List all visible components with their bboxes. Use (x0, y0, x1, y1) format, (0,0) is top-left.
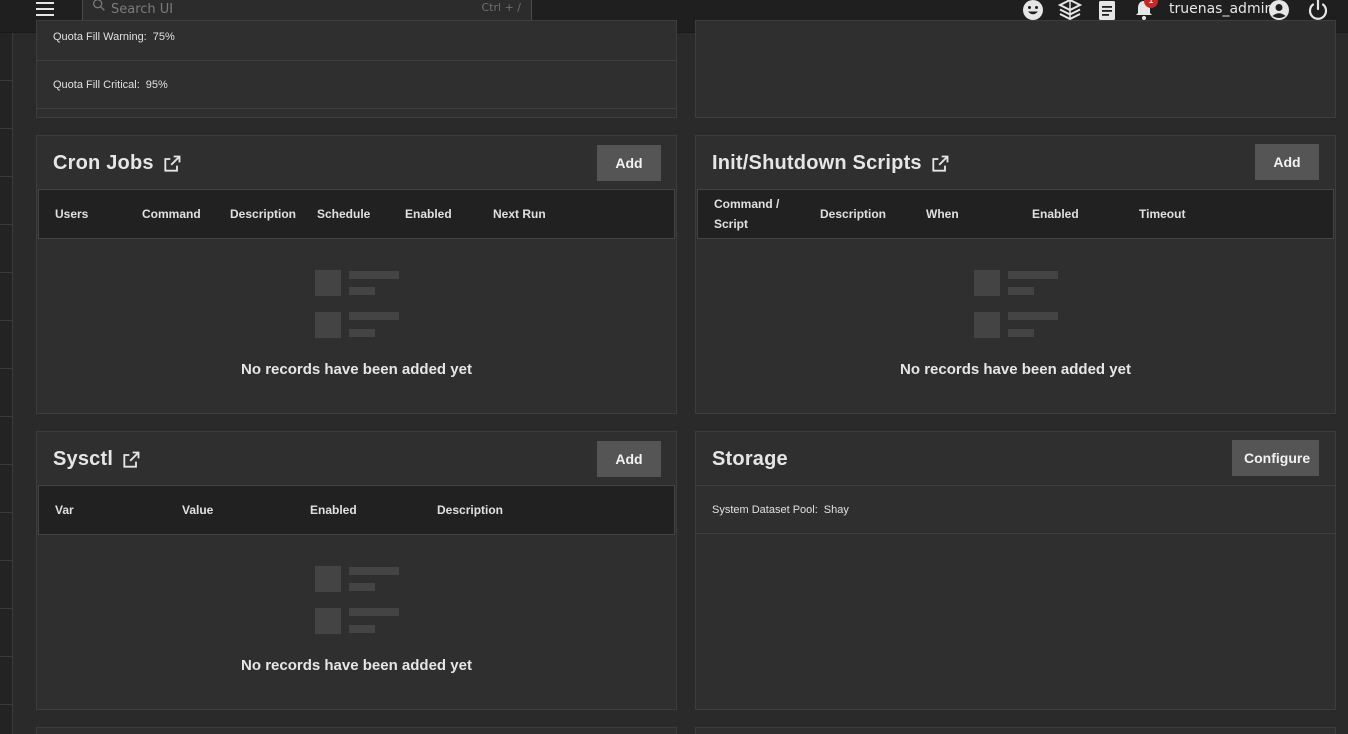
search-shortcut-hint: Ctrl + / (481, 1, 522, 14)
system-dataset-pool-row: System Dataset Pool: Shay (712, 504, 849, 516)
storage-card: Storage Configure System Dataset Pool: Sh… (695, 431, 1336, 710)
system-dataset-pool-value: Shay (823, 504, 849, 516)
sysctl-title[interactable]: Sysctl (53, 448, 141, 471)
column-header[interactable]: Command (142, 190, 201, 238)
column-header[interactable]: Description (820, 190, 886, 238)
system-dataset-pool-label: System Dataset Pool: (712, 504, 818, 516)
truecommand-icon[interactable] (1058, 0, 1082, 22)
quota-warning-value: 75% (152, 31, 175, 43)
bottom-right-card (695, 727, 1336, 734)
column-header[interactable]: Timeout (1139, 190, 1185, 238)
init-shutdown-title-text: Init/Shutdown Scripts (712, 152, 922, 174)
quota-critical-row: Quota Fill Critical: 95% (53, 79, 168, 91)
column-header[interactable]: Enabled (310, 486, 357, 534)
init-add-button[interactable]: Add (1255, 144, 1319, 180)
init-shutdown-scripts-card: Init/Shutdown Scripts Add Command / Scri… (695, 135, 1336, 414)
column-header[interactable]: Value (182, 486, 213, 534)
account-icon[interactable] (1267, 0, 1291, 22)
column-header[interactable]: Users (55, 190, 88, 238)
divider (696, 533, 1335, 534)
empty-list-icon (974, 270, 1060, 338)
open-in-new-icon[interactable] (121, 450, 141, 470)
column-header[interactable]: Var (55, 486, 74, 534)
bottom-left-card (36, 727, 677, 734)
clipboard-icon[interactable] (1095, 0, 1119, 22)
username-label[interactable]: truenas_admin (1169, 1, 1273, 17)
empty-state-text: No records have been added yet (241, 361, 472, 378)
init-shutdown-title[interactable]: Init/Shutdown Scripts (712, 152, 950, 175)
sysctl-card: Sysctl Add Var Value Enabled Description… (36, 431, 677, 710)
empty-state-text: No records have been added yet (900, 361, 1131, 378)
column-header[interactable]: Enabled (1032, 190, 1079, 238)
quota-critical-label: Quota Fill Critical: (53, 79, 140, 91)
sysctl-table-header: Var Value Enabled Description (38, 485, 675, 535)
smiley-icon[interactable] (1021, 0, 1045, 22)
divider (696, 485, 1335, 486)
open-in-new-icon[interactable] (162, 154, 182, 174)
column-header[interactable]: Command / Script (714, 190, 794, 238)
cron-add-button[interactable]: Add (597, 145, 661, 181)
side-navigation-edge[interactable] (0, 33, 13, 734)
quota-warning-label: Quota Fill Warning: (53, 31, 147, 43)
sysctl-add-button[interactable]: Add (597, 441, 661, 477)
quota-card: Quota Fill Warning: 75% Quota Fill Critic… (36, 20, 677, 118)
column-header[interactable]: Description (230, 190, 296, 238)
empty-state-text: No records have been added yet (241, 657, 472, 674)
divider (37, 108, 676, 109)
cron-jobs-title[interactable]: Cron Jobs (53, 152, 182, 175)
empty-list-icon (315, 566, 401, 634)
menu-icon[interactable] (34, 0, 58, 20)
open-in-new-icon[interactable] (930, 154, 950, 174)
search-input[interactable] (111, 0, 441, 18)
column-header[interactable]: Next Run (493, 190, 546, 238)
sysctl-title-text: Sysctl (53, 448, 114, 470)
column-header[interactable]: When (926, 190, 959, 238)
cron-jobs-title-text: Cron Jobs (53, 152, 154, 174)
storage-configure-button[interactable]: Configure (1232, 440, 1319, 476)
column-header[interactable]: Enabled (405, 190, 452, 238)
power-icon[interactable] (1306, 0, 1330, 22)
quota-critical-value: 95% (145, 79, 168, 91)
divider (37, 60, 676, 61)
column-header[interactable]: Schedule (317, 190, 370, 238)
search-icon (93, 0, 105, 11)
init-table-header: Command / Script Description When Enable… (697, 189, 1334, 239)
cron-table-header: Users Command Description Schedule Enabl… (38, 189, 675, 239)
quota-warning-row: Quota Fill Warning: 75% (53, 31, 175, 43)
column-header[interactable]: Description (437, 486, 503, 534)
cron-jobs-card: Cron Jobs Add Users Command Description … (36, 135, 677, 414)
storage-title: Storage (712, 448, 788, 470)
empty-list-icon (315, 270, 401, 338)
top-right-card (695, 20, 1336, 118)
